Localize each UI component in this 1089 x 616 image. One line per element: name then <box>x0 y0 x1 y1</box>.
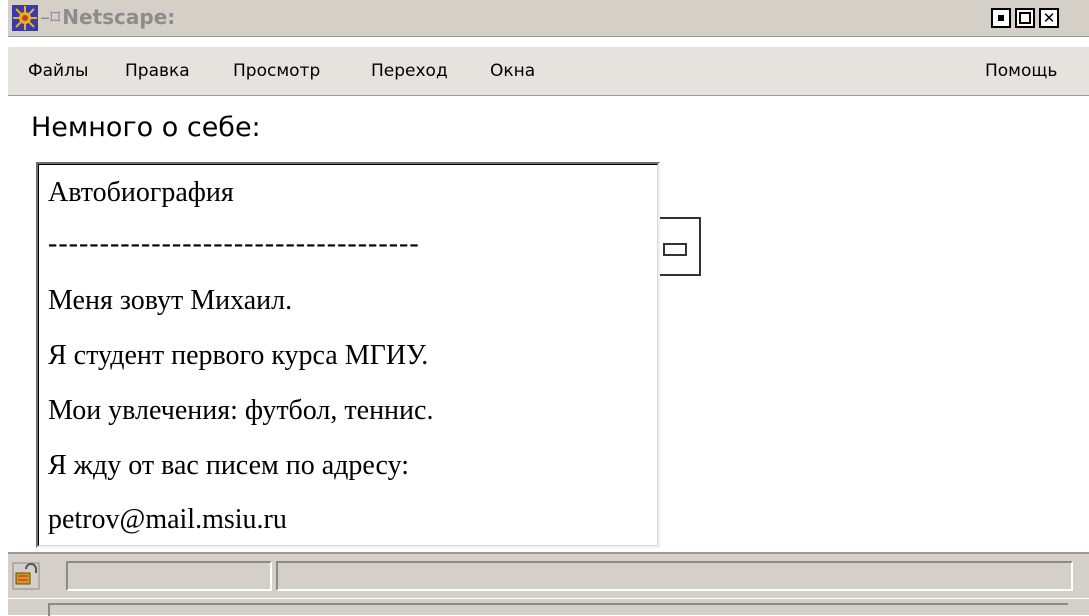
bottom-scroll-strip <box>8 598 1089 616</box>
status-message-cell <box>276 561 1073 591</box>
textarea-line: Меня зовут Михаил. <box>48 285 293 316</box>
minimize-button[interactable] <box>991 8 1011 28</box>
menu-go[interactable]: Переход <box>371 61 448 81</box>
title-prefix: –⌑ <box>40 5 61 29</box>
netscape-logo-icon <box>12 5 38 31</box>
menu-windows[interactable]: Окна <box>490 61 535 81</box>
textarea-line: Я студент первого курса МГИУ. <box>48 340 429 371</box>
padlock-open-icon[interactable] <box>12 562 40 590</box>
maximize-icon <box>1019 12 1031 24</box>
maximize-button[interactable] <box>1015 8 1035 28</box>
window-title-text: Netscape: <box>62 5 176 29</box>
textarea-line: Автобиография <box>48 177 234 208</box>
status-progress-cell <box>66 561 272 591</box>
button-slot-icon <box>663 243 687 256</box>
menu-edit[interactable]: Правка <box>125 61 190 81</box>
close-icon: ✕ <box>1042 9 1056 27</box>
close-button[interactable]: ✕ <box>1039 8 1059 28</box>
title-bar[interactable]: –⌑ Netscape: ✕ <box>8 0 1089 37</box>
window-left-edge <box>0 0 8 615</box>
textarea-line: Мои увлечения: футбол, теннис. <box>48 395 434 426</box>
menu-bar: Файлы Правка Просмотр Переход Окна Помощ… <box>8 46 1089 96</box>
partially-hidden-button[interactable] <box>655 217 701 276</box>
window-title: –⌑ Netscape: <box>40 5 175 29</box>
menu-view[interactable]: Просмотр <box>233 61 320 81</box>
textarea-separator: ------------------------------------ <box>48 228 420 259</box>
page-heading: Немного о себе: <box>31 112 261 143</box>
textarea-line: petrov@mail.msiu.ru <box>48 504 287 535</box>
menu-files[interactable]: Файлы <box>28 61 88 81</box>
status-bar <box>8 552 1089 598</box>
autobiography-textarea[interactable]: Автобиография --------------------------… <box>36 162 660 548</box>
textarea-content[interactable]: Автобиография --------------------------… <box>38 164 658 546</box>
menu-help[interactable]: Помощь <box>985 61 1057 81</box>
horizontal-scrollbar-track[interactable] <box>48 603 1068 616</box>
minimize-icon <box>998 15 1004 21</box>
textarea-line: Я жду от вас писем по адресу: <box>48 450 409 481</box>
